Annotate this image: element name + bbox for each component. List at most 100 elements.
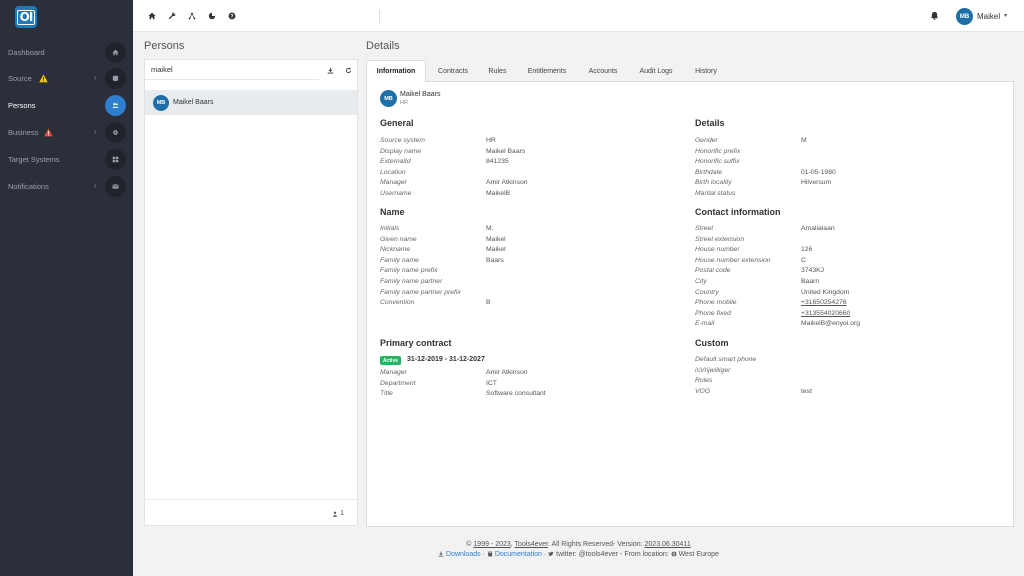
field-value: MaikelB@enyoi.org [801,320,861,328]
sidebar-item-target-systems[interactable]: Target Systems [0,147,133,173]
field-value: United Kingdom [801,288,850,296]
field-roles: Roles [695,377,995,388]
person-name: Maikel Baars [173,99,214,106]
contract-dates: 31-12-2019 - 31-12-2027 [407,356,485,363]
field-is-vrijwilliger: isVrijwilliger [695,367,995,378]
field-contract-manager: Manager Amir Atkinson [380,369,680,380]
sidebar-item-dashboard[interactable]: Dashboard [0,40,133,66]
search-input[interactable] [145,60,319,80]
field-label: Department [380,379,416,387]
field-default-smart-phone: Default smart phone [695,356,995,367]
field-value: test [801,387,812,395]
avatar: MB [153,95,169,111]
download-icon [438,551,444,557]
field-street: Street Amalialaan [695,225,995,236]
tab-contracts[interactable]: Contracts [428,60,478,82]
company-link[interactable]: Tools4ever [515,541,548,548]
field-value: Software consultant [486,390,546,398]
field-family-name-partner: Family name partner [380,278,680,289]
field-value: Maikel [486,235,506,243]
field-value: Baars [486,256,504,264]
field-display-name: Display name Maikel Baars [380,148,680,159]
field-label: Birth locality [695,179,732,187]
field-value: Amir Atkinson [486,179,528,187]
wrench-icon[interactable] [168,12,176,20]
field-house-number-extension: House number extension C [695,257,995,268]
persons-panel: MB Maikel Baars 1 [144,59,358,526]
user-menu[interactable]: Maikel [977,12,1000,21]
sidebar-item-business[interactable]: Business ‹ [0,120,133,146]
field-label: Source system [380,137,425,144]
phone-fixed-link[interactable]: +313554020660 [801,310,850,317]
download-button[interactable] [323,63,337,77]
field-label: Nickname [380,246,411,254]
refresh-button[interactable] [341,63,355,77]
field-department: Department ICT [380,380,680,391]
field-nickname: Nickname Maikel [380,246,680,257]
field-honorific-suffix: Honorific suffix [695,158,995,169]
chevron-left-icon: ‹ [94,181,97,190]
phone-mobile-link[interactable]: +31650254276 [801,299,847,306]
field-label: VOG [695,387,711,395]
avatar[interactable]: MB [956,8,973,25]
chevron-left-icon: ‹ [94,73,97,82]
field-honorific-prefix: Honorific prefix [695,148,995,159]
field-value: MaikelB [486,190,511,197]
field-label: House number [695,246,740,254]
version-link[interactable]: 2023.06.30411 [645,541,691,548]
sidebar-item-label: Target Systems [8,155,60,164]
caret-down-icon[interactable]: ▾ [1004,12,1007,19]
field-label: Username [380,190,412,197]
field-label: Phone mobile [695,299,737,307]
alert-icon [44,128,53,137]
field-value: 01-05-1980 [801,168,836,176]
twitter-link[interactable]: twitter: @tools4ever [556,551,618,558]
field-label: Family name partner [380,278,443,285]
downloads-link[interactable]: Downloads [446,551,481,558]
field-gender: Gender M [695,137,995,148]
details-panel: MB Maikel Baars HR General Source system… [366,82,1014,527]
field-label: isVrijwilliger [695,366,731,374]
refresh-icon [345,67,351,73]
documentation-link[interactable]: Documentation [495,551,542,558]
field-label: Manager [380,179,407,187]
tab-history[interactable]: History [685,60,727,82]
field-convention: Convention B [380,299,680,310]
top-bar: ? MB Maikel ▾ [133,0,1024,32]
field-label: Family name [380,256,419,264]
tab-audit-logs[interactable]: Audit Logs [629,60,683,82]
home-icon[interactable] [148,12,156,20]
sidebar-item-source[interactable]: Source ‹ [0,66,133,92]
field-value: HR [486,137,496,144]
copyright-years[interactable]: 1999 - 2023 [473,541,510,548]
section-custom-title: Custom [695,338,729,348]
tab-information[interactable]: Information [366,60,426,83]
tab-rules[interactable]: Rules [480,60,515,82]
field-label: E-mail [695,320,715,328]
field-value: 841235 [486,158,509,166]
persons-title: Persons [144,40,185,52]
list-item[interactable]: MB Maikel Baars [145,90,357,115]
location-text: West Europe [678,551,719,558]
tab-accounts[interactable]: Accounts [579,60,627,82]
sidebar-item-label: Persons [8,101,36,110]
tab-entitlements[interactable]: Entitlements [517,60,577,82]
pie-chart-icon[interactable] [208,12,216,20]
section-details-title: Details [695,118,725,128]
field-value: M. [486,225,494,232]
field-manager: Manager Amir Atkinson [380,179,680,190]
field-label: House number extension [695,256,771,264]
copyright-line: © 1999 - 2023, Tools4ever. All Rights Re… [466,541,691,548]
sidebar-item-persons[interactable]: Persons [0,93,133,119]
bell-icon[interactable] [930,11,939,20]
help-icon[interactable]: ? [228,12,236,20]
sidebar-item-notifications[interactable]: Notifications ‹ [0,174,133,200]
field-value: Amir Atkinson [486,369,528,376]
sitemap-icon[interactable] [188,12,196,20]
field-label: Default smart phone [695,356,757,363]
app-logo[interactable]: OI [15,6,37,28]
field-label: Convention [380,299,415,307]
status-badge: Active [380,356,402,365]
logo-text: OI [16,9,36,25]
count-value: 1 [340,510,344,517]
